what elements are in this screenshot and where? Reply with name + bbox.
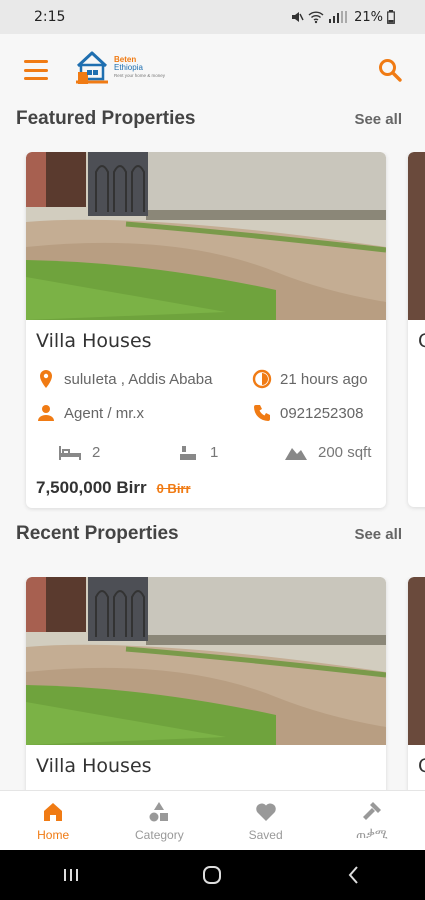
status-time: 2:15 [34, 9, 66, 25]
app-screen: 2:15 21% Beten Ethiopia Rent your home &… [0, 0, 425, 900]
recent-title: Recent Properties [16, 523, 179, 544]
battery-percent: 21% [354, 9, 383, 25]
property-photo [408, 577, 425, 745]
nav-saved-label: Saved [248, 827, 283, 842]
nav-home-label: Home [37, 827, 70, 842]
baths-count: 1 [210, 443, 219, 461]
property-time-ago: 21 hours ago [280, 370, 368, 388]
property-photo [408, 152, 425, 320]
property-card-next[interactable]: C [408, 577, 425, 790]
back-icon[interactable] [342, 863, 366, 887]
property-photo [26, 152, 386, 320]
property-old-price: 0 Birr [156, 481, 191, 496]
location-pin-icon [40, 370, 52, 388]
nav-tools-label: ጠቃሚ [356, 827, 388, 841]
recent-header: Recent Properties See all [16, 523, 402, 545]
beds-count: 2 [92, 443, 101, 461]
phone-icon [254, 405, 270, 421]
property-title: Villa Houses [36, 755, 152, 777]
area-feature: 200 sqft [284, 442, 371, 462]
featured-header: Featured Properties See all [16, 108, 402, 130]
heart-icon [255, 802, 276, 821]
property-photo [26, 577, 386, 745]
logo-tagline: Rent your home & money [114, 72, 166, 78]
baths-feature: 1 [176, 442, 266, 462]
property-location: suluIeta , Addis Ababa [64, 370, 213, 388]
beds-feature: 2 [58, 442, 176, 462]
featured-carousel[interactable]: Villa Houses suluIeta , Addis Ababa 21 h… [0, 152, 425, 512]
recent-see-all-link[interactable]: See all [354, 526, 402, 543]
property-card[interactable]: Villa Houses [26, 577, 386, 790]
person-icon [38, 405, 54, 421]
area-size: 200 sqft [318, 443, 372, 461]
property-card-next[interactable]: C [408, 152, 425, 507]
clock-icon [252, 369, 272, 389]
menu-icon [24, 60, 48, 63]
home-icon [44, 802, 63, 821]
property-phone[interactable]: 0921252308 [280, 405, 363, 422]
nav-category[interactable]: Category [106, 791, 212, 850]
property-title: Villa Houses [36, 330, 152, 352]
property-price: 7,500,000 Birr [36, 478, 147, 497]
mute-icon [292, 12, 304, 22]
bath-icon [180, 444, 196, 460]
hammer-icon [362, 802, 381, 820]
search-icon[interactable] [377, 57, 403, 83]
wifi-icon [308, 11, 324, 24]
category-icon [149, 801, 169, 821]
featured-see-all-link[interactable]: See all [354, 111, 402, 128]
system-nav-bar [0, 850, 425, 900]
nav-category-label: Category [135, 827, 184, 842]
house-logo-icon [76, 51, 108, 84]
home-button-icon[interactable] [200, 863, 224, 887]
signal-icon [329, 11, 348, 23]
bed-icon [59, 446, 81, 460]
property-title: C [418, 330, 425, 352]
property-agent: Agent / mr.x [64, 404, 145, 422]
bottom-nav: Home Category Saved ጠቃሚ [0, 790, 425, 850]
status-bar: 2:15 21% [0, 0, 425, 34]
menu-button[interactable] [24, 60, 48, 80]
brand-logo[interactable]: Beten Ethiopia Rent your home & money [74, 48, 165, 86]
nav-saved[interactable]: Saved [213, 791, 319, 850]
logo-country: Ethiopia [114, 62, 143, 72]
recent-carousel[interactable]: Villa Houses C [0, 577, 425, 790]
nav-home[interactable]: Home [0, 791, 106, 850]
featured-title: Featured Properties [16, 108, 196, 129]
recent-apps-icon[interactable] [59, 863, 83, 887]
app-bar: Beten Ethiopia Rent your home & money [0, 34, 425, 106]
nav-tools[interactable]: ጠቃሚ [319, 791, 425, 850]
property-card[interactable]: Villa Houses suluIeta , Addis Ababa 21 h… [26, 152, 386, 508]
property-title: C [418, 755, 425, 777]
status-icons: 21% [290, 10, 395, 25]
battery-icon [387, 10, 395, 24]
area-icon [285, 448, 307, 460]
